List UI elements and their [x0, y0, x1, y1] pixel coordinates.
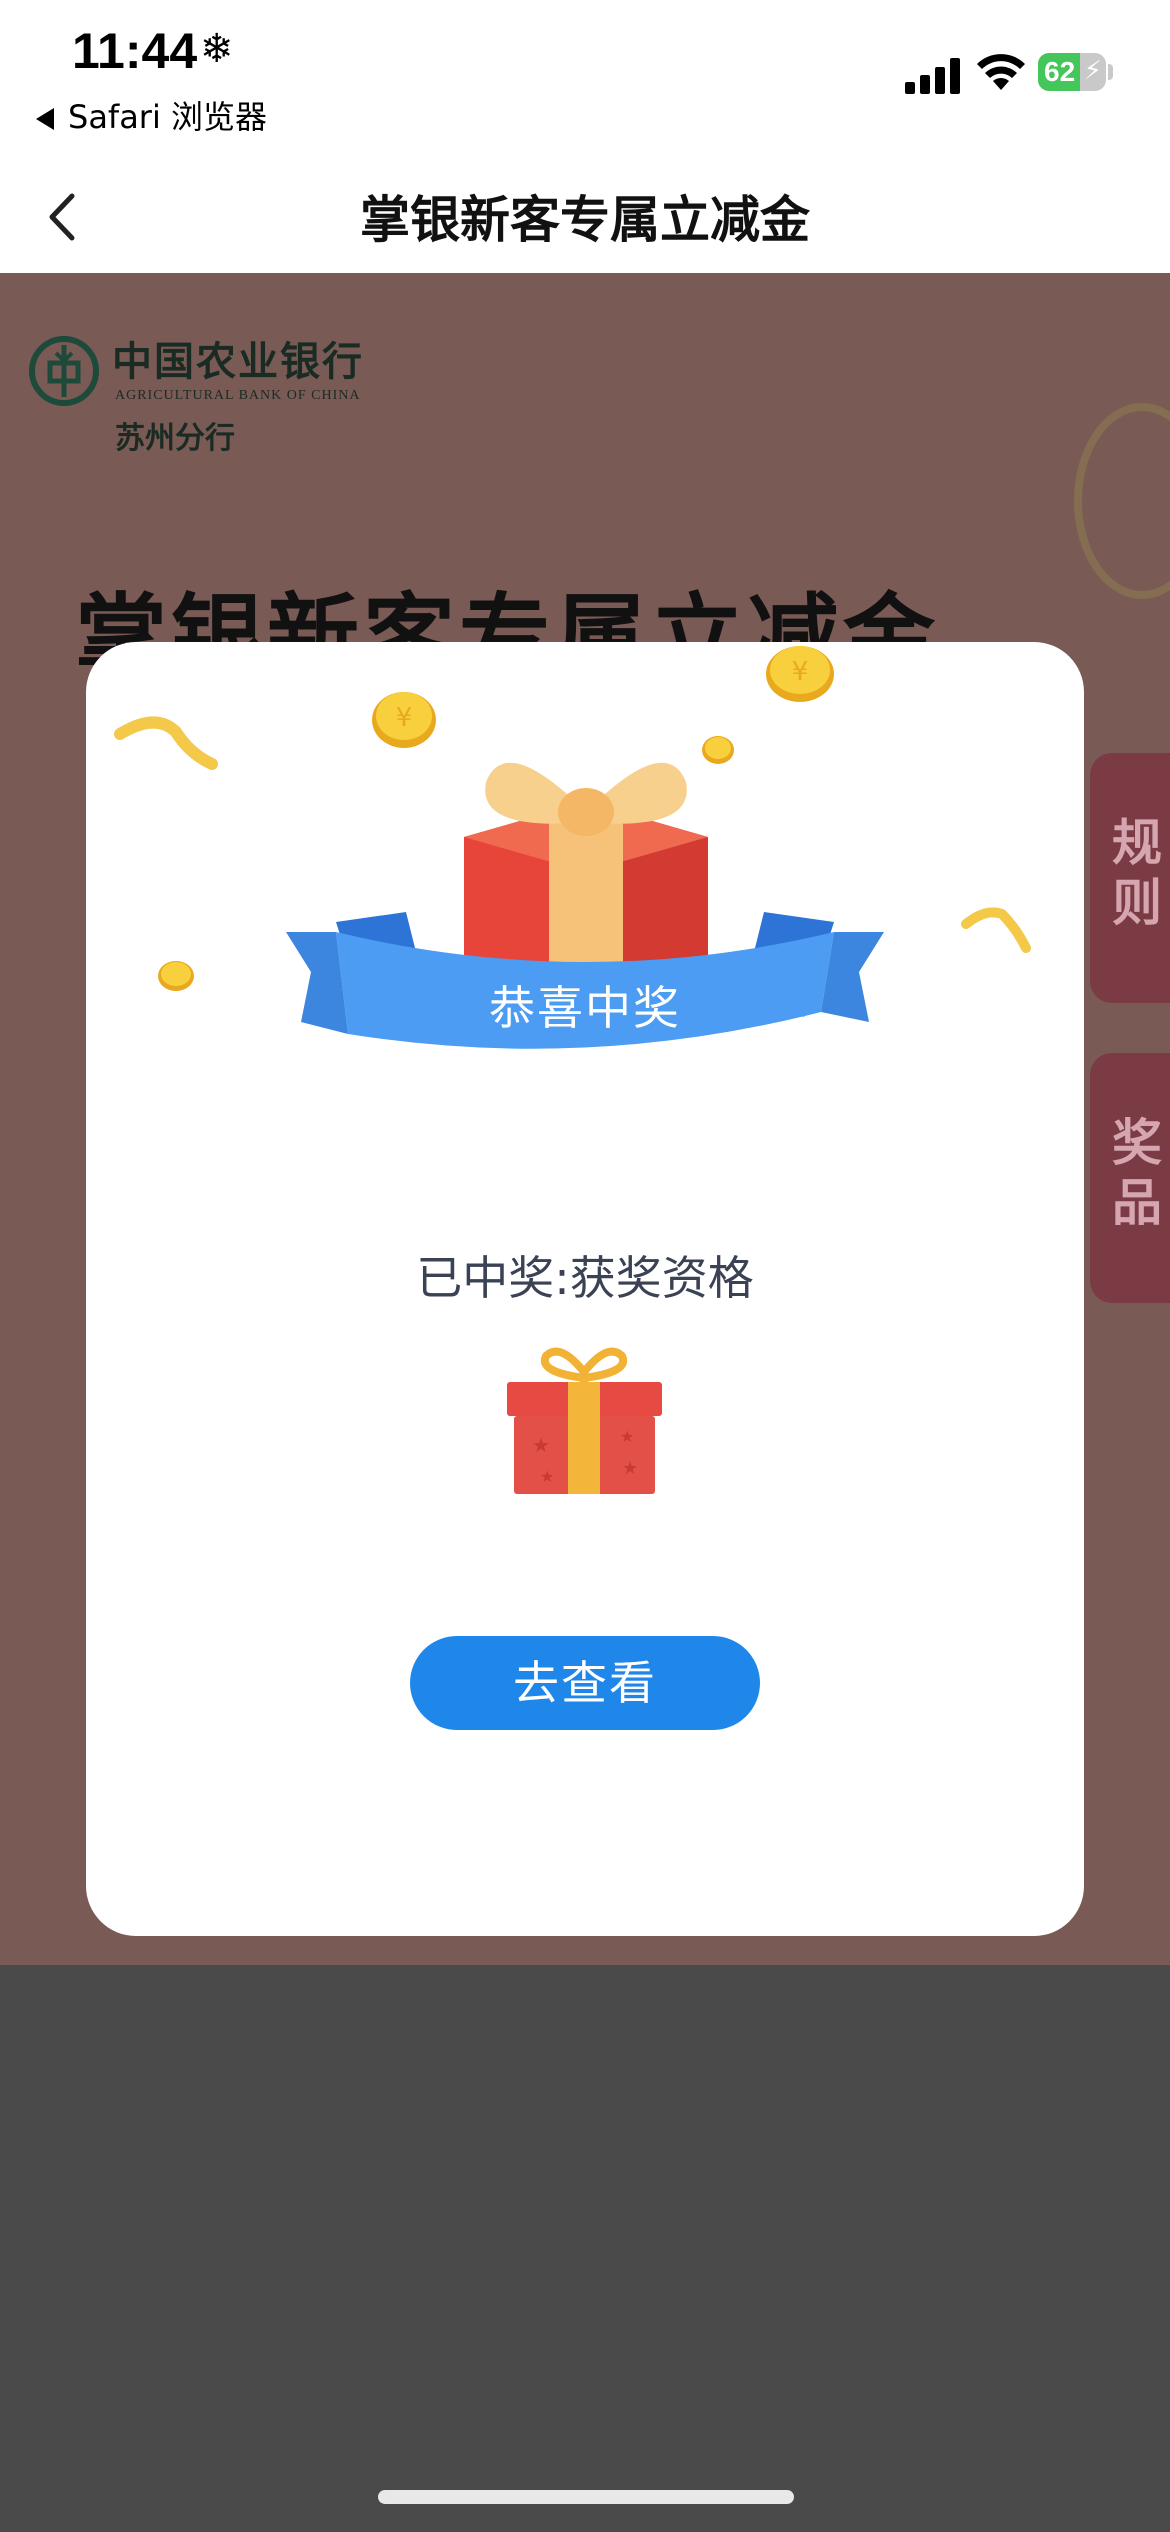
battery-percent: 62	[1044, 56, 1076, 87]
svg-text:★: ★	[540, 1467, 554, 1486]
bank-name: 中国农业银行	[112, 338, 364, 385]
page-title: 掌银新客专属立减金	[360, 191, 810, 249]
prizes-side-button[interactable]: 奖 品	[1090, 1053, 1170, 1303]
svg-text:★: ★	[620, 1427, 634, 1446]
bank-branch: 苏州分行	[115, 421, 235, 456]
rules-side-button[interactable]: 规 则	[1090, 753, 1170, 1003]
abc-bank-logo-icon	[29, 336, 99, 406]
charging-bolt-icon: ⚡	[1083, 56, 1102, 86]
bank-name-english: AGRICULTURAL BANK OF CHINA	[115, 388, 361, 403]
coin-decoration	[1074, 403, 1170, 599]
coin-icon: ¥	[766, 646, 834, 702]
back-app-label: Safari 浏览器	[68, 98, 268, 136]
svg-text:★: ★	[622, 1458, 638, 1479]
prizes-label-char-2: 品	[1112, 1174, 1162, 1232]
prizes-label-char-1: 奖	[1112, 1114, 1162, 1172]
battery-tip	[1108, 64, 1113, 80]
prize-modal: ¥ ¥ 恭喜中奖 已中奖:获奖资格 ★ ★ ★ ★ 去查看	[86, 642, 1084, 1936]
battery-indicator: 62 ⚡	[1038, 53, 1106, 91]
wifi-icon	[977, 54, 1025, 90]
rules-label-char-2: 则	[1112, 874, 1162, 932]
cellular-signal-icon	[905, 58, 960, 94]
snowflake-icon: ❄	[200, 26, 234, 72]
navigation-bar: 掌银新客专属立减金	[0, 160, 1170, 273]
coin-icon: ¥	[372, 692, 436, 748]
status-time: 11:44	[72, 23, 198, 79]
status-bar: 11:44 ❄ Safari 浏览器 62 ⚡	[0, 0, 1170, 160]
svg-text:¥: ¥	[792, 657, 809, 687]
gift-box-icon: ★ ★ ★ ★	[507, 1347, 662, 1494]
screen: 11:44 ❄ Safari 浏览器 62 ⚡ 掌银新客专属立减金 中国农业银行…	[0, 0, 1170, 2532]
coin-icon	[702, 736, 734, 764]
prize-result-text: 已中奖:获奖资格	[416, 1251, 754, 1305]
back-triangle-icon	[36, 108, 54, 130]
back-to-app-link[interactable]: Safari 浏览器	[36, 92, 267, 138]
svg-text:★: ★	[532, 1433, 550, 1457]
view-prize-button[interactable]: 去查看	[410, 1636, 760, 1730]
rules-label-char-1: 规	[1112, 814, 1162, 872]
confetti-left	[114, 716, 218, 770]
home-indicator[interactable]	[378, 2490, 794, 2504]
confetti-right	[961, 907, 1031, 953]
banner-label: 恭喜中奖	[489, 981, 681, 1035]
svg-text:¥: ¥	[396, 703, 413, 733]
